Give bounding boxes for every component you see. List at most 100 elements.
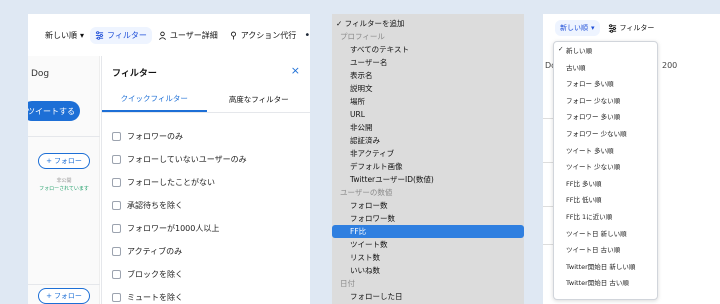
menu-item[interactable]: すべてのテキスト [332, 43, 524, 56]
sort-option[interactable]: 古い順 [566, 62, 586, 72]
filter-option[interactable]: アクティブのみ [112, 240, 247, 263]
filter-tabs: クイックフィルター 高度なフィルター [102, 87, 310, 113]
divider [28, 136, 100, 137]
sort-option[interactable]: ツイート日 新しい順 [566, 228, 627, 238]
filter-option[interactable]: フォローしたことがない [112, 171, 247, 194]
check-icon: ✓ [336, 19, 345, 28]
filter-option-label: フォローしたことがない [127, 178, 215, 187]
menu-item[interactable]: ツイート数 [332, 238, 524, 251]
menu-item[interactable]: 表示名 [332, 69, 524, 82]
filter-option-label: ミュートを除く [127, 293, 183, 302]
menu-item[interactable]: 説明文 [332, 82, 524, 95]
checkbox[interactable] [112, 201, 121, 210]
sort-dropdown[interactable]: 新しい順 ▾ [40, 27, 89, 44]
action-button[interactable]: アクション代行 [224, 27, 302, 44]
followed-by-note: フォローされています [39, 186, 89, 192]
user-detail-label: ユーザー詳細 [169, 30, 218, 40]
filter-option-label: 承認待ちを除く [127, 201, 183, 210]
filter-option[interactable]: フォロワーのみ [112, 125, 247, 148]
sort-option[interactable]: FF比 多い順 [566, 178, 602, 188]
menu-item[interactable]: フォロー数 [332, 199, 524, 212]
filter-option-label: ブロックを除く [127, 270, 183, 279]
filter-option-label: フォロワーのみ [127, 132, 183, 141]
filter-panel-title: フィルター [112, 69, 157, 79]
sort-option[interactable]: FF比 1に近い順 [566, 211, 612, 221]
sort-menu: ✓ 新しい順古い順フォロー 多い順 フォロー 少ない順 フォロワー 多い順 フォロワー … [553, 41, 658, 300]
checkbox[interactable] [112, 132, 121, 141]
filter-label: フィルター [107, 30, 147, 40]
background-text-fragment: 200 [662, 61, 678, 70]
display-name-fragment: Dog [31, 69, 50, 79]
check-icon: ✓ [558, 45, 564, 53]
action-label: アクション代行 [240, 30, 297, 40]
filter-option[interactable]: ブロックを除く [112, 263, 247, 286]
filter-panel: フィルター × クイックフィルター 高度なフィルター フォロワーのみ フォローし… [101, 56, 310, 304]
sort-dropdown[interactable]: 新しい順 ▾ [555, 20, 600, 36]
filter-icon [608, 23, 616, 33]
sort-option[interactable]: フォロワー 多い順 [566, 111, 620, 121]
user-detail-button[interactable]: ユーザー詳細 [153, 27, 223, 44]
add-filter-label: フィルターを追加 [344, 19, 405, 28]
app-panel-filter: 新しい順 ▾ フィルター ユーザー詳細 アクション代行 Dog ツイートする +… [28, 14, 310, 304]
menu-item[interactable]: リスト数 [332, 251, 524, 264]
sort-option[interactable]: FF比 低い順 [566, 194, 602, 204]
menu-item[interactable]: 非公開 [332, 121, 524, 134]
sort-option[interactable]: ツイート 多い順 [566, 145, 614, 155]
sort-option[interactable]: ツイート 少ない順 [566, 161, 620, 171]
user-icon [158, 31, 166, 40]
pin-icon [230, 31, 236, 40]
checkbox[interactable] [112, 178, 121, 187]
menu-item[interactable]: TwitterユーザーID(数値) [332, 173, 524, 186]
sort-option[interactable]: フォロワー 少ない順 [566, 128, 627, 138]
sort-option[interactable]: フォロー 多い順 [566, 78, 614, 88]
menu-item[interactable]: 場所 [332, 95, 524, 108]
menu-item[interactable]: ユーザー名 [332, 56, 524, 69]
filter-option[interactable]: フォロワーが1000人以上 [112, 217, 247, 240]
toolbar: 新しい順 ▾ フィルター [543, 14, 720, 42]
sort-option[interactable]: 新しい順 [566, 45, 592, 55]
menu-section-header: プロフィール [340, 32, 385, 41]
filter-button[interactable]: フィルター [608, 23, 654, 33]
app-panel-sort: 新しい順 ▾ フィルター Do 200 ✓ 新しい順 古い順 フォロー 多い順 フォロー… [543, 14, 720, 304]
menu-item[interactable]: デフォルト画像 [332, 160, 524, 173]
follow-button[interactable]: + フォロー [38, 288, 90, 304]
chevron-down-icon: ▾ [591, 24, 595, 32]
sort-option[interactable]: Twitter開始日 新しい順 [566, 261, 635, 271]
menu-item[interactable]: フォロワー数 [332, 212, 524, 225]
menu-item[interactable]: 認証済み [332, 134, 524, 147]
tab-advanced-filter[interactable]: 高度なフィルター [207, 87, 311, 112]
menu-section-header: 日付 [340, 279, 355, 288]
tab-quick-filter[interactable]: クイックフィルター [102, 87, 207, 112]
add-filter-item[interactable]: ✓ フィルターを追加 [332, 17, 524, 30]
sort-option[interactable]: ツイート日 古い順 [566, 244, 620, 254]
timeline-background: Dog ツイートする + フォロー 非公開 フォローされています + フォロー [28, 56, 100, 304]
toolbar: 新しい順 ▾ フィルター ユーザー詳細 アクション代行 [28, 14, 310, 56]
filter-option[interactable]: 承認待ちを除く [112, 194, 247, 217]
add-filter-menu: ✓ フィルターを追加 プロフィールすべてのテキスト ユーザー名 表示名 説明文 場所 UR… [332, 14, 524, 304]
sort-option[interactable]: フォロー 少ない順 [566, 95, 620, 105]
menu-item[interactable]: いいね数 [332, 264, 524, 277]
checkbox[interactable] [112, 293, 121, 302]
follow-button[interactable]: + フォロー [38, 153, 90, 169]
filter-option[interactable]: フォローしていないユーザーのみ [112, 148, 247, 171]
filter-option-label: フォロワーが1000人以上 [127, 224, 220, 233]
tweet-button[interactable]: ツイートする [28, 101, 80, 121]
filter-option-label: アクティブのみ [127, 247, 183, 256]
filter-option[interactable]: ミュートを除く [112, 286, 247, 304]
close-icon[interactable]: × [291, 64, 300, 77]
menu-item[interactable]: URL [332, 108, 524, 121]
sort-option[interactable]: Twitter開始日 古い順 [566, 277, 629, 287]
checkbox[interactable] [112, 247, 121, 256]
filter-button[interactable]: フィルター [90, 26, 152, 44]
checkbox[interactable] [112, 270, 121, 279]
filter-option-label: フォローしていないユーザーのみ [127, 155, 247, 164]
filter-icon [95, 30, 104, 40]
more-icon[interactable]: ••• [304, 30, 310, 41]
menu-item[interactable]: フォローした日 [332, 290, 524, 303]
private-note: 非公開 [56, 178, 72, 184]
checkbox[interactable] [112, 155, 121, 164]
menu-item[interactable]: 非アクティブ [332, 147, 524, 160]
menu-item[interactable]: FF比 [332, 225, 524, 238]
menu-section-header: ユーザーの数値 [340, 188, 393, 197]
checkbox[interactable] [112, 224, 121, 233]
